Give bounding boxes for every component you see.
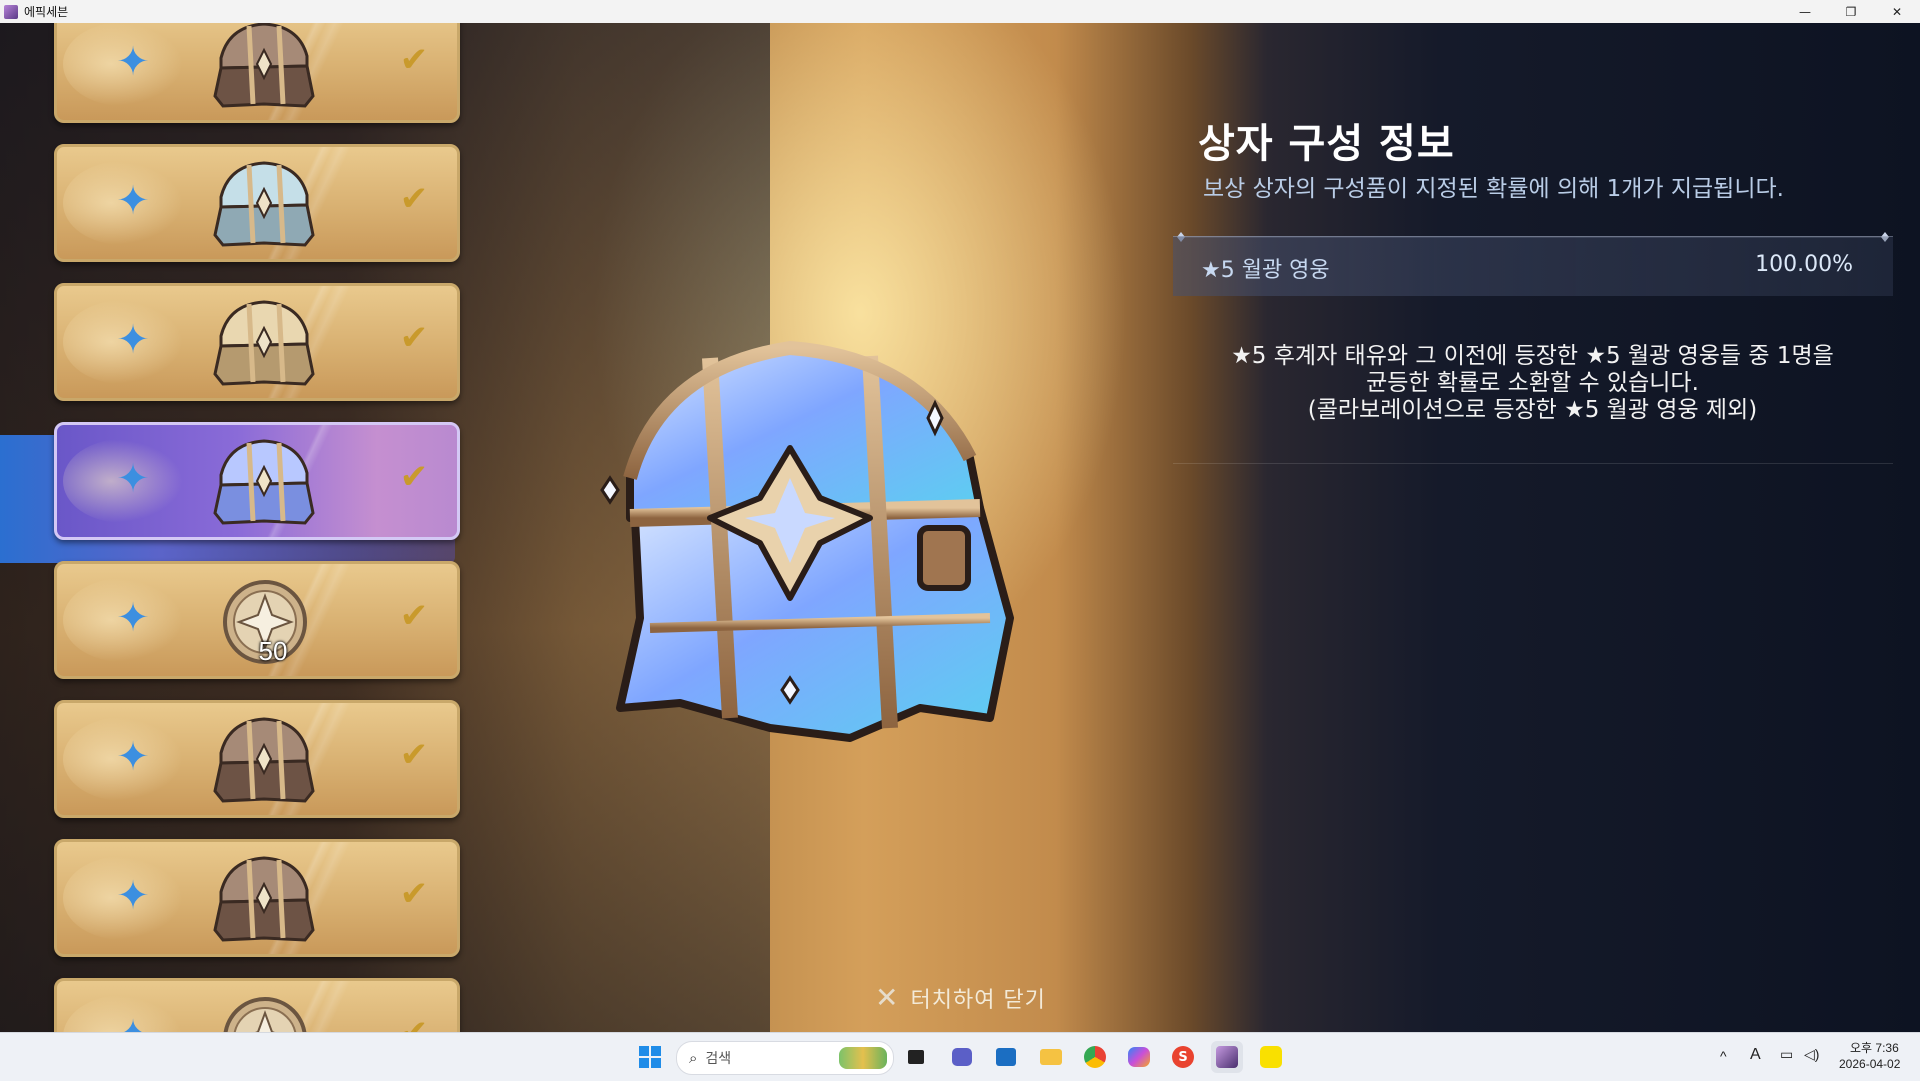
chest-icon <box>213 717 315 803</box>
chest-icon <box>213 161 315 247</box>
check-icon: ✔ <box>399 874 429 914</box>
check-icon: ✔ <box>399 179 429 219</box>
network-icon[interactable]: ▭ <box>1780 1046 1793 1063</box>
rate-value: 100.00% <box>1755 252 1853 277</box>
description-line: 균등한 확률로 소환할 수 있습니다. <box>1366 370 1699 396</box>
star-icon: ✦ <box>116 178 150 224</box>
volume-icon[interactable]: ◁) <box>1804 1046 1819 1063</box>
reward-item[interactable]: ✦✔ <box>54 283 460 401</box>
star-icon: ✦ <box>116 873 150 919</box>
chest-icon <box>213 856 315 942</box>
chest-icon <box>213 439 315 525</box>
star-icon: ✦ <box>116 39 150 85</box>
teams-icon[interactable] <box>946 1041 978 1073</box>
coin-icon <box>223 997 307 1032</box>
taskbar: ⌕ 검색 S ^ A ▭ ◁) 오후 7:36 2026-04-02 <box>0 1032 1920 1081</box>
check-icon: ✔ <box>399 318 429 358</box>
reward-list: ✦✔✦✔✦✔✦✔✦50✔✦✔✦✔✦✔ <box>0 23 470 1032</box>
reward-item[interactable]: ✦✔ <box>54 978 460 1032</box>
star-icon: ✦ <box>116 734 150 780</box>
reward-item[interactable]: ✦✔ <box>54 422 460 540</box>
game-viewport[interactable]: ✦✔✦✔✦✔✦✔✦50✔✦✔✦✔✦✔ <box>0 23 1920 1032</box>
app-icon <box>4 4 18 19</box>
star-icon: ✦ <box>116 595 150 641</box>
description-line: ★5 후계자 태유와 그 이전에 등장한 ★5 월광 영웅들 중 1명을 <box>1231 343 1834 369</box>
info-description: ★5 후계자 태유와 그 이전에 등장한 ★5 월광 영웅들 중 1명을 균등한… <box>1180 343 1885 424</box>
epic-seven-taskbar-icon[interactable] <box>1211 1041 1243 1073</box>
close-window-button[interactable]: ✕ <box>1874 0 1920 23</box>
info-divider <box>1173 463 1893 464</box>
rate-name: ★5 월광 영웅 <box>1201 258 1330 283</box>
minimize-button[interactable]: — <box>1782 0 1828 23</box>
info-subtitle: 보상 상자의 구성품이 지정된 확률에 의해 1개가 지급됩니다. <box>1203 176 1784 202</box>
star-icon: ✦ <box>116 456 150 502</box>
reward-item[interactable]: ✦✔ <box>54 144 460 262</box>
search-highlight-art <box>839 1047 887 1069</box>
search-icon: ⌕ <box>689 1049 698 1067</box>
close-icon: ✕ <box>875 981 899 1014</box>
reward-item[interactable]: ✦✔ <box>54 23 460 123</box>
description-line: (콜라보레이션으로 등장한 ★5 월광 영웅 제외) <box>1307 397 1758 423</box>
windows-logo-icon <box>639 1046 661 1068</box>
restore-button[interactable]: ❐ <box>1828 0 1874 23</box>
rate-row: ★5 월광 영웅 100.00% <box>1173 236 1893 296</box>
reward-item[interactable]: ✦✔ <box>54 700 460 818</box>
info-title: 상자 구성 정보 <box>1198 121 1455 167</box>
file-explorer-icon[interactable] <box>1035 1041 1067 1073</box>
tray-time[interactable]: 오후 7:36 <box>1850 1039 1899 1056</box>
check-icon: ✔ <box>392 1011 436 1032</box>
check-icon: ✔ <box>399 735 429 775</box>
reward-item[interactable]: ✦✔ <box>54 839 460 957</box>
copilot-icon[interactable] <box>1123 1041 1155 1073</box>
window-controls: — ❐ ✕ <box>1782 0 1920 23</box>
star-icon: ✦ <box>116 317 150 363</box>
start-button[interactable] <box>634 1041 666 1073</box>
tray-date[interactable]: 2026-04-02 <box>1839 1057 1900 1071</box>
check-icon: ✔ <box>399 596 429 636</box>
close-label: 터치하여 닫기 <box>910 987 1046 1013</box>
s-app-icon[interactable]: S <box>1167 1041 1199 1073</box>
store-icon[interactable] <box>990 1041 1022 1073</box>
check-icon: ✔ <box>399 40 429 80</box>
search-placeholder: 검색 <box>705 1051 732 1067</box>
chrome-icon[interactable] <box>1079 1041 1111 1073</box>
ime-indicator[interactable]: A <box>1750 1046 1761 1064</box>
chest-icon <box>213 23 315 108</box>
window-title: 에픽세븐 <box>24 5 69 19</box>
chest-icon <box>213 300 315 386</box>
coin-count: 50 <box>258 636 288 666</box>
touch-to-close-button[interactable]: ✕ 터치하여 닫기 <box>875 981 1046 1014</box>
star-icon: ✦ <box>107 1009 159 1032</box>
reward-item[interactable]: ✦ 50 ✔ <box>54 561 460 679</box>
tray-expand-icon[interactable]: ^ <box>1720 1048 1727 1064</box>
window-titlebar: 에픽세븐 — ❐ ✕ <box>0 0 1920 24</box>
task-view-icon[interactable] <box>900 1041 932 1073</box>
check-icon: ✔ <box>399 457 429 497</box>
taskbar-search[interactable]: ⌕ 검색 <box>676 1041 894 1075</box>
moonlight-chest-image <box>600 340 1014 742</box>
kakaotalk-icon[interactable] <box>1255 1041 1287 1073</box>
